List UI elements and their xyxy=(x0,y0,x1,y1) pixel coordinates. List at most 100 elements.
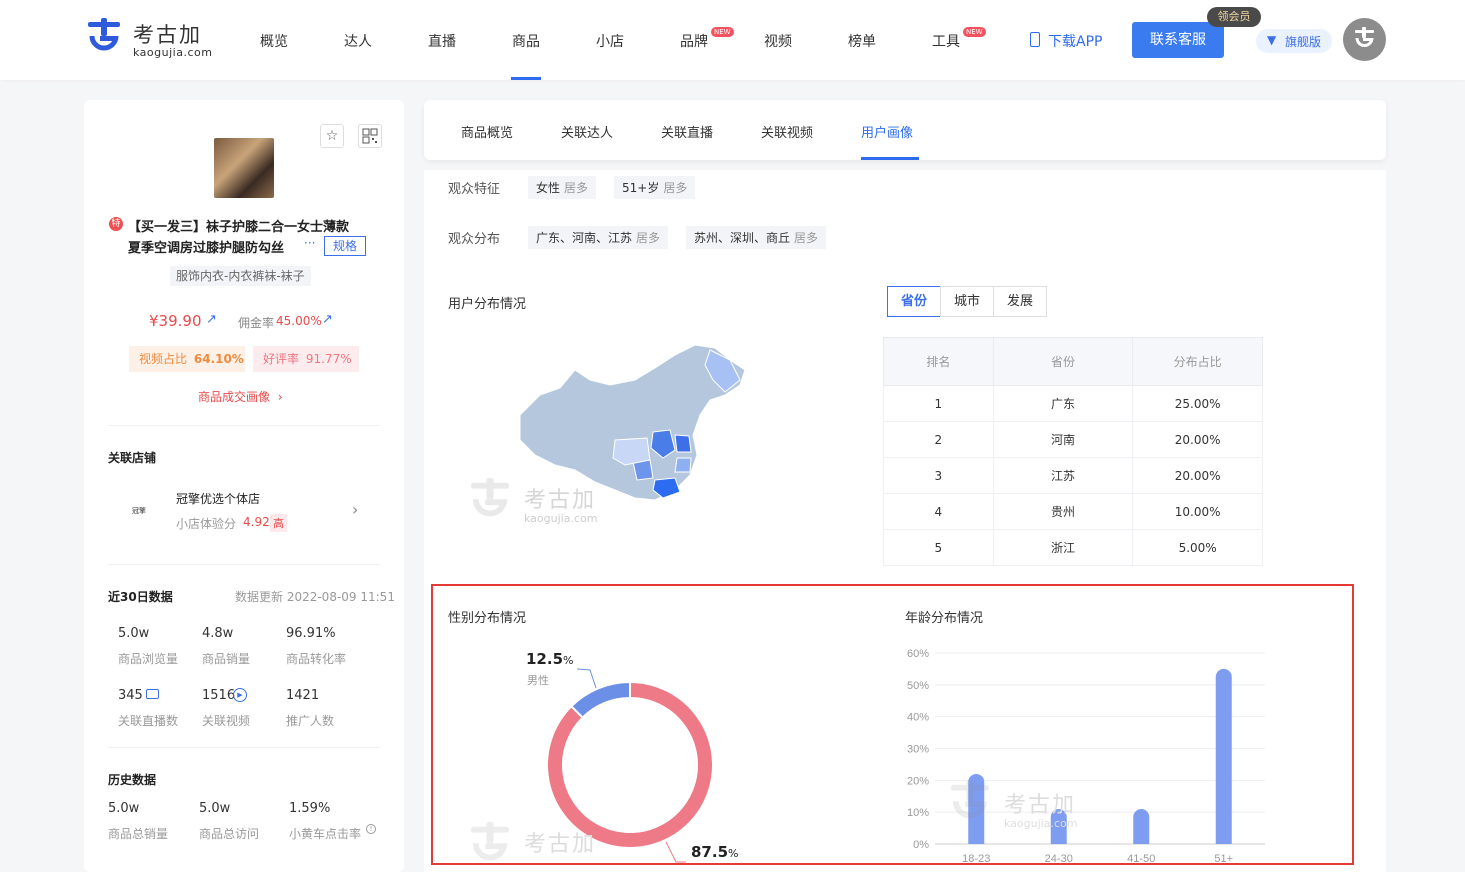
tab-related-live[interactable]: 关联直播 xyxy=(661,122,713,141)
top-navigation-bar: 考古加 kaogujia.com 概览 达人 直播 商品 小店 品牌 NEW 视… xyxy=(0,0,1465,80)
male-pct-label: 12.5% xyxy=(526,650,573,668)
watermark-name: 考古加 xyxy=(524,832,597,857)
nav-item-influencers[interactable]: 达人 xyxy=(344,31,372,51)
tag-note: 居多 xyxy=(636,231,661,245)
good-rate-label: 好评率 xyxy=(263,352,300,366)
nav-item-videos[interactable]: 视频 xyxy=(764,31,792,51)
avatar[interactable] xyxy=(1343,18,1386,61)
more-icon[interactable]: ··· xyxy=(304,236,315,250)
tag-note: 居多 xyxy=(564,181,589,195)
tag-name: 女性 xyxy=(536,181,561,195)
male-slice[interactable] xyxy=(569,680,631,720)
shop-logo: 冠擎 xyxy=(118,490,160,532)
nav-item-shops[interactable]: 小店 xyxy=(596,31,624,51)
x-tick-label: 18-23 xyxy=(962,853,990,865)
tab-related-influencers[interactable]: 关联达人 xyxy=(561,122,613,141)
nav-item-live[interactable]: 直播 xyxy=(428,31,456,51)
watermark-name: 考古加 xyxy=(524,488,597,513)
stat-label: 商品销量 xyxy=(202,652,251,666)
vip-tip-badge[interactable]: 领会员 xyxy=(1207,7,1261,27)
x-tick-label: 41-50 xyxy=(1127,853,1155,865)
video-camera-icon xyxy=(146,689,159,699)
pct-sign: % xyxy=(563,654,574,667)
toggle-development[interactable]: 发展 xyxy=(993,286,1047,317)
female-pct-value: 87.5 xyxy=(691,843,729,861)
new-badge: NEW xyxy=(711,27,734,37)
gender-chart-title: 性别分布情况 xyxy=(448,611,527,626)
female-pct-label: 87.5% xyxy=(691,843,738,861)
commission-label: 佣金率 xyxy=(238,316,275,330)
brand-name: 考古加 xyxy=(133,23,202,47)
flagship-badge[interactable]: ▼ 旗舰版 xyxy=(1256,29,1332,53)
male-label: 男性 xyxy=(527,674,549,687)
trend-icon[interactable]: ↗ xyxy=(322,312,333,327)
divider xyxy=(108,425,380,426)
qrcode-icon[interactable] xyxy=(358,124,382,148)
product-title-line1[interactable]: 【买一发三】袜子护膝二合一女士薄款 xyxy=(128,216,349,235)
table-header-share: 分布占比 xyxy=(1132,337,1263,386)
tab-related-videos[interactable]: 关联视频 xyxy=(761,122,813,141)
nav-item-overview[interactable]: 概览 xyxy=(260,31,288,51)
table-header-province: 省份 xyxy=(992,337,1134,386)
stat-label: 商品浏览量 xyxy=(118,652,179,666)
play-icon: ▶ xyxy=(233,688,247,702)
product-thumbnail[interactable] xyxy=(214,138,274,198)
stat-label: 商品总销量 xyxy=(108,827,169,841)
video-ratio-value: 64.10% xyxy=(193,352,244,366)
contact-service-button[interactable]: 联系客服 xyxy=(1132,22,1224,58)
kaogujia-logo-icon[interactable] xyxy=(86,18,122,62)
age-bar[interactable] xyxy=(1215,668,1232,844)
toggle-city[interactable]: 城市 xyxy=(940,286,994,317)
rank-cell: 3 xyxy=(883,457,994,494)
chevron-right-icon: › xyxy=(277,390,283,404)
trend-icon[interactable]: ↗ xyxy=(206,312,217,327)
share-cell: 5.00% xyxy=(1132,529,1263,566)
tab-bar: 商品概览 关联达人 关联直播 关联视频 用户画像 xyxy=(424,100,1386,160)
nav-item-brands[interactable]: 品牌 xyxy=(680,31,708,51)
province-cell: 贵州 xyxy=(992,493,1134,530)
video-ratio-label: 视频占比 xyxy=(139,352,188,366)
nav-item-tools[interactable]: 工具 xyxy=(932,31,960,51)
category-tag: 服饰内衣-内衣裤袜-袜子 xyxy=(170,266,311,286)
toggle-province[interactable]: 省份 xyxy=(887,286,941,317)
y-tick-label: 10% xyxy=(907,807,929,819)
rank-cell: 2 xyxy=(883,421,994,458)
info-icon[interactable]: ! xyxy=(366,824,376,834)
divider xyxy=(108,564,380,565)
chevron-right-icon[interactable]: › xyxy=(352,500,358,519)
province-cell: 广东 xyxy=(992,385,1134,422)
share-cell: 20.00% xyxy=(1132,421,1263,458)
female-slice[interactable] xyxy=(546,680,714,849)
rank-cell: 1 xyxy=(883,385,994,422)
phone-icon xyxy=(1030,32,1040,47)
download-app-link[interactable]: 下载APP xyxy=(1048,31,1102,51)
age-bar[interactable] xyxy=(1133,808,1150,844)
commission-value: 45.00% xyxy=(276,314,322,328)
x-tick-label: 24-30 xyxy=(1045,853,1073,865)
watermark-name: 考古加 xyxy=(1004,793,1077,818)
stat-value: 5.0w xyxy=(199,801,231,816)
y-tick-label: 60% xyxy=(907,648,929,660)
spec-button[interactable]: 规格 xyxy=(324,236,366,256)
audience-dist-tag: 广东、河南、江苏 居多 xyxy=(528,226,669,249)
product-title-line2[interactable]: 夏季空调房过膝护腿防勾丝 xyxy=(128,237,284,256)
nav-item-products[interactable]: 商品 xyxy=(512,31,540,51)
tab-product-overview[interactable]: 商品概览 xyxy=(461,122,513,141)
share-cell: 25.00% xyxy=(1132,385,1263,422)
shop-name[interactable]: 冠擎优选个体店 xyxy=(176,490,260,507)
audience-feature-tag: 51+岁 居多 xyxy=(614,176,696,199)
new-badge: NEW xyxy=(963,27,986,37)
watermark-domain: kaogujia.com xyxy=(1004,817,1078,830)
audience-dist-tag: 苏州、深圳、商丘 居多 xyxy=(686,226,827,249)
deal-portrait-link[interactable]: 商品成交画像 › xyxy=(198,388,283,405)
nav-item-rankings[interactable]: 榜单 xyxy=(848,31,876,51)
product-info-panel: ☆ 特 【买一发三】袜子护膝二合一女士薄款 夏季空调房过膝护腿防勾丝 ··· 规… xyxy=(84,100,404,872)
stat-value: 1516 xyxy=(202,688,236,703)
stat-label: 关联直播数 xyxy=(118,714,179,728)
tag-note: 居多 xyxy=(794,231,819,245)
shop-score-label: 小店体验分 xyxy=(176,517,237,531)
y-tick-label: 20% xyxy=(907,775,929,787)
audience-feature-label: 观众特征 xyxy=(448,182,501,197)
tab-user-portrait[interactable]: 用户画像 xyxy=(861,122,913,141)
star-icon[interactable]: ☆ xyxy=(320,124,344,148)
